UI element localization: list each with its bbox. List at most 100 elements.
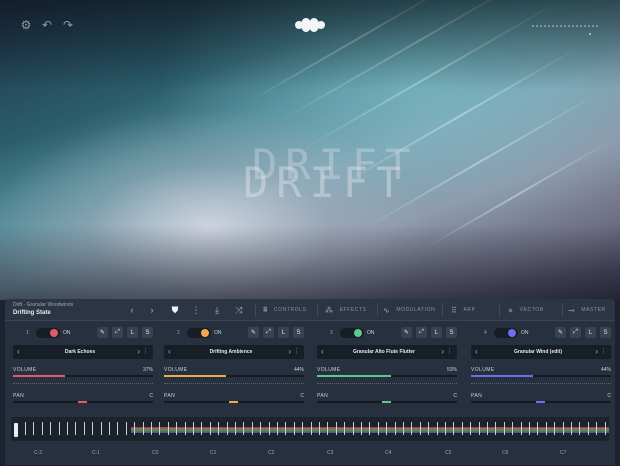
pan-slider[interactable] bbox=[317, 401, 457, 403]
more-options-icon[interactable]: ⋮ bbox=[190, 304, 202, 316]
octave-label: C5 bbox=[445, 450, 452, 456]
layer-power-toggle[interactable] bbox=[36, 328, 60, 338]
key-line bbox=[377, 422, 379, 435]
next-layer-preset-button[interactable]: › bbox=[595, 347, 598, 356]
key-line bbox=[167, 422, 169, 435]
layer-menu-icon[interactable]: ⋮ bbox=[600, 347, 607, 355]
volume-label: VOLUME bbox=[13, 367, 37, 373]
lock-button[interactable]: L bbox=[127, 327, 138, 338]
lock-button[interactable]: L bbox=[585, 327, 596, 338]
gear-icon[interactable]: ⚙ bbox=[19, 18, 33, 32]
pan-slider[interactable] bbox=[13, 401, 153, 403]
solo-button[interactable]: S bbox=[600, 327, 611, 338]
volume-slider[interactable] bbox=[13, 375, 153, 377]
download-icon[interactable]: ⤓ bbox=[211, 304, 223, 316]
layer-preset-selector[interactable]: ‹ Drifting Ambience › ⋮ bbox=[164, 345, 304, 359]
volume-slider[interactable] bbox=[317, 375, 457, 377]
layer-power-toggle[interactable] bbox=[187, 328, 211, 338]
solo-button[interactable]: S bbox=[446, 327, 457, 338]
layer-menu-icon[interactable]: ⋮ bbox=[446, 347, 453, 355]
panel-header: Drift - Granular Woodwinds Drifting Stat… bbox=[5, 299, 615, 321]
volume-fill bbox=[471, 375, 533, 377]
undo-icon[interactable]: ↶ bbox=[40, 18, 54, 32]
volume-slider[interactable] bbox=[164, 375, 304, 377]
layer-menu-icon[interactable]: ⋮ bbox=[293, 347, 300, 355]
layer-power-toggle[interactable] bbox=[494, 328, 518, 338]
keyboard-scroll-handle[interactable] bbox=[14, 423, 18, 437]
octave-label: C3 bbox=[327, 450, 334, 456]
keyboard-range[interactable] bbox=[11, 417, 609, 441]
next-layer-preset-button[interactable]: › bbox=[137, 347, 140, 356]
preset-name[interactable]: Drifting State bbox=[13, 310, 51, 316]
key-line bbox=[411, 422, 413, 435]
prev-layer-preset-button[interactable]: ‹ bbox=[168, 347, 171, 356]
tab-controls[interactable]: ⩩ CONTROLS bbox=[263, 304, 306, 316]
tab-modulation[interactable]: ∿ MODULATION bbox=[383, 304, 435, 316]
key-line bbox=[571, 422, 572, 435]
shuffle-icon[interactable]: ⤨ bbox=[233, 304, 245, 316]
layer-preset-selector[interactable]: ‹ Dark Echoes › ⋮ bbox=[13, 345, 153, 359]
tab-effects[interactable]: ⁂ EFFECTS bbox=[325, 304, 367, 316]
layer-4: 4 ON ✎ ⤢ L S ‹ Granular Wind (edit) › ⋮ … bbox=[471, 327, 611, 409]
lock-button[interactable]: L bbox=[431, 327, 442, 338]
edit-icon[interactable]: ✎ bbox=[401, 327, 412, 338]
prev-preset-button[interactable]: ‹ bbox=[126, 304, 138, 316]
tab-arp[interactable]: ⠿ ARP bbox=[451, 304, 476, 316]
solo-button[interactable]: S bbox=[142, 327, 153, 338]
edit-icon[interactable]: ✎ bbox=[248, 327, 259, 338]
key-line bbox=[403, 422, 404, 435]
master-icon: ⊸ bbox=[568, 305, 576, 315]
next-preset-button[interactable]: › bbox=[146, 304, 158, 316]
solo-button[interactable]: S bbox=[293, 327, 304, 338]
key-line bbox=[277, 422, 278, 435]
edit-icon[interactable]: ✎ bbox=[555, 327, 566, 338]
edit-icon[interactable]: ✎ bbox=[97, 327, 108, 338]
pan-slider[interactable] bbox=[471, 401, 611, 403]
volume-fill bbox=[317, 375, 392, 377]
layer-power-toggle[interactable] bbox=[340, 328, 364, 338]
expand-icon[interactable]: ⤢ bbox=[112, 327, 123, 338]
key-line bbox=[445, 422, 446, 435]
key-line bbox=[268, 422, 270, 435]
key-line bbox=[75, 422, 77, 435]
expand-icon[interactable]: ⤢ bbox=[263, 327, 274, 338]
volume-fill bbox=[164, 375, 226, 377]
key-line bbox=[193, 422, 194, 435]
key-line bbox=[503, 422, 505, 435]
pan-slider[interactable] bbox=[164, 401, 304, 403]
prev-layer-preset-button[interactable]: ‹ bbox=[17, 347, 20, 356]
layer-preset-name: Dark Echoes bbox=[64, 349, 96, 355]
next-layer-preset-button[interactable]: › bbox=[288, 347, 291, 356]
key-line bbox=[596, 422, 598, 435]
layer-number: 1 bbox=[26, 330, 29, 336]
layer-preset-selector[interactable]: ‹ Granular Alto Flute Flutter › ⋮ bbox=[317, 345, 457, 359]
pan-indicator bbox=[382, 401, 391, 403]
waveform-icon: ⩩ bbox=[263, 305, 268, 314]
octave-label: C0 bbox=[152, 450, 159, 456]
key-line bbox=[562, 422, 564, 435]
prev-layer-preset-button[interactable]: ‹ bbox=[475, 347, 478, 356]
expand-icon[interactable]: ⤢ bbox=[416, 327, 427, 338]
layer-color-dot bbox=[201, 329, 209, 337]
redo-icon[interactable]: ↷ bbox=[61, 18, 75, 32]
pan-indicator bbox=[78, 401, 87, 403]
next-layer-preset-button[interactable]: › bbox=[441, 347, 444, 356]
shield-icon[interactable]: ⛊ bbox=[169, 304, 181, 316]
octave-label: C2 bbox=[268, 450, 275, 456]
key-line bbox=[369, 422, 371, 435]
volume-slider[interactable] bbox=[471, 375, 611, 377]
key-line bbox=[134, 422, 136, 435]
tab-vector[interactable]: ⋄ VECTOR bbox=[508, 304, 544, 316]
key-line bbox=[487, 422, 488, 435]
layer-preset-selector[interactable]: ‹ Granular Wind (edit) › ⋮ bbox=[471, 345, 611, 359]
key-line bbox=[461, 422, 463, 435]
tab-master[interactable]: ⊸ MASTER bbox=[568, 304, 606, 316]
arp-icon: ⠿ bbox=[451, 305, 458, 315]
layer-menu-icon[interactable]: ⋮ bbox=[142, 347, 149, 355]
key-line bbox=[142, 422, 144, 435]
layer-preset-name: Granular Wind (edit) bbox=[513, 349, 562, 355]
prev-layer-preset-button[interactable]: ‹ bbox=[321, 347, 324, 356]
lock-button[interactable]: L bbox=[278, 327, 289, 338]
key-line bbox=[529, 422, 530, 435]
expand-icon[interactable]: ⤢ bbox=[570, 327, 581, 338]
